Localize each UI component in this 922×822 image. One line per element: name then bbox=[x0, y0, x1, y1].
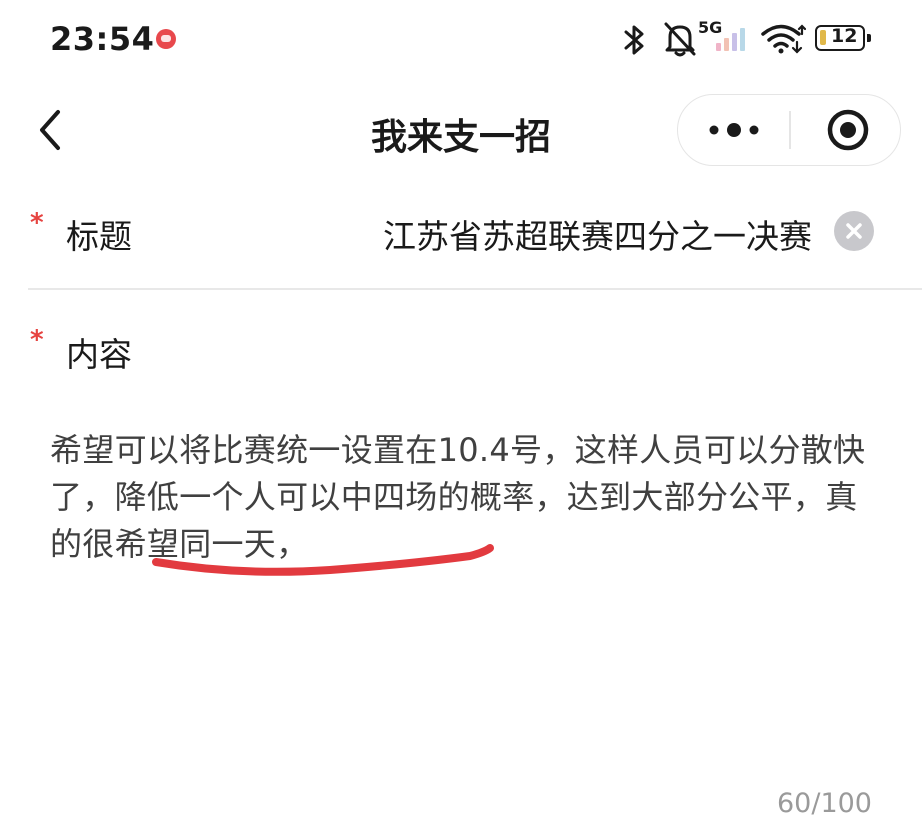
title-required-mark: * bbox=[30, 208, 44, 238]
content-required-mark: * bbox=[30, 325, 44, 355]
battery-level: 12 bbox=[831, 25, 858, 47]
battery-icon: 12 bbox=[815, 25, 871, 51]
row-divider bbox=[28, 288, 922, 290]
page: 23:54 5G 12 我来支一招 * 标题 江苏省苏超联赛四分之一决赛 * 内… bbox=[0, 0, 922, 822]
mini-program-capsule bbox=[677, 94, 901, 166]
content-label: 内容 bbox=[66, 335, 132, 374]
notifications-muted-icon bbox=[664, 22, 696, 57]
content-text: 希望可以将比赛统一设置在10.4号，这样人员可以分散快了，降低一个人可以中四场的… bbox=[50, 431, 866, 563]
character-counter: 60/100 bbox=[777, 788, 872, 819]
title-label: 标题 bbox=[66, 217, 132, 256]
status-bar: 23:54 5G 12 bbox=[0, 0, 922, 78]
more-dots-icon bbox=[709, 123, 759, 137]
clear-icon bbox=[846, 223, 862, 239]
mini-program-close-icon bbox=[827, 109, 869, 151]
close-mini-program-button[interactable] bbox=[791, 95, 899, 165]
signal-icon bbox=[716, 28, 745, 51]
app-notification-icon bbox=[156, 29, 176, 49]
status-time: 23:54 bbox=[50, 20, 155, 58]
bluetooth-icon bbox=[624, 25, 644, 55]
navigation-bar: 我来支一招 bbox=[0, 92, 922, 170]
clear-title-button[interactable] bbox=[834, 211, 874, 251]
more-button[interactable] bbox=[678, 95, 789, 165]
content-textarea[interactable]: 希望可以将比赛统一设置在10.4号，这样人员可以分散快了，降低一个人可以中四场的… bbox=[50, 427, 870, 757]
title-input[interactable]: 江苏省苏超联赛四分之一决赛 bbox=[383, 210, 812, 258]
wifi-icon bbox=[761, 24, 806, 54]
